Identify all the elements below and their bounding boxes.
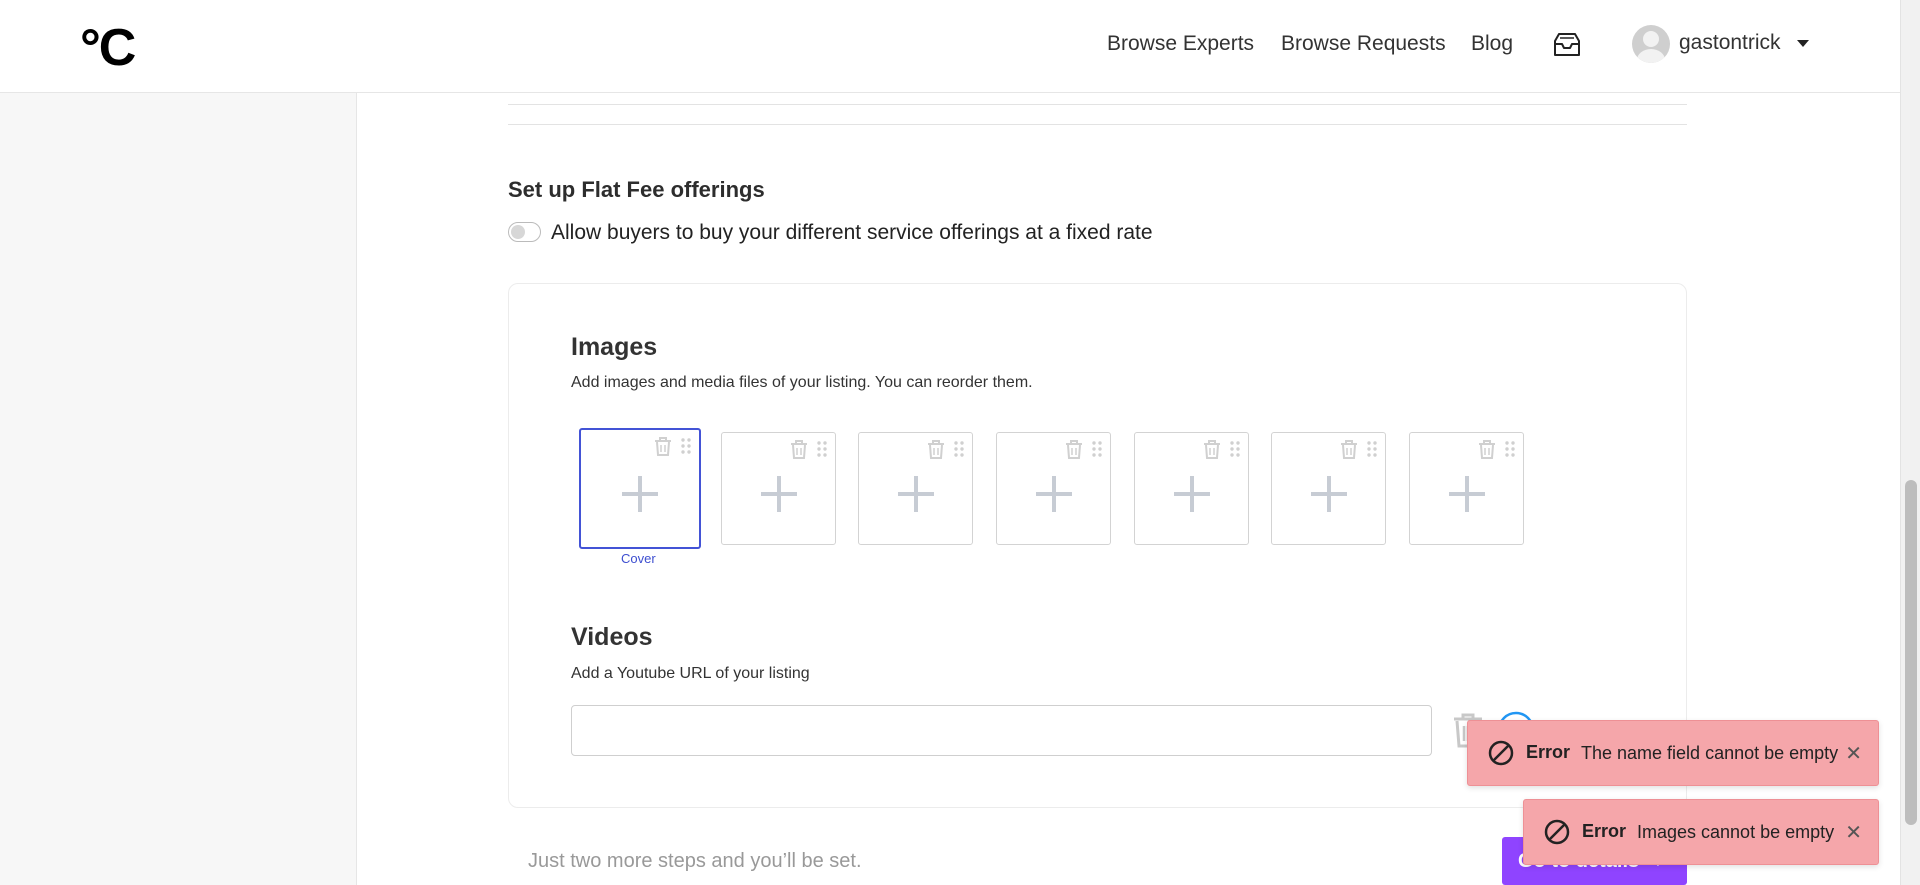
videos-section-title: Videos <box>571 623 653 651</box>
plus-icon[interactable] <box>1172 474 1212 514</box>
trash-icon[interactable] <box>1064 439 1084 459</box>
image-slot[interactable] <box>996 432 1111 545</box>
trash-icon[interactable] <box>1477 439 1497 459</box>
image-slot[interactable] <box>1271 432 1386 545</box>
page-scrollbar[interactable] <box>1900 0 1920 885</box>
plus-icon[interactable] <box>1034 474 1074 514</box>
cover-label: Cover <box>621 551 656 566</box>
image-slot[interactable] <box>721 432 836 545</box>
drag-handle-icon[interactable] <box>815 439 829 459</box>
images-section-title: Images <box>571 333 658 361</box>
plus-icon[interactable] <box>1447 474 1487 514</box>
toast-message: Images cannot be empty <box>1637 822 1835 842</box>
error-icon <box>1544 819 1570 845</box>
error-toast: Error The name field cannot be empty ✕ <box>1467 720 1879 786</box>
drag-handle-icon[interactable] <box>952 439 966 459</box>
drag-handle-icon[interactable] <box>1090 439 1104 459</box>
chevron-down-icon[interactable] <box>1797 40 1809 47</box>
scrollbar-thumb[interactable] <box>1905 480 1917 825</box>
image-slot[interactable] <box>1409 432 1524 545</box>
toast-title: Error <box>1526 742 1571 762</box>
trash-icon[interactable] <box>789 439 809 459</box>
toast-message: The name field cannot be empty <box>1581 743 1839 763</box>
divider <box>508 124 1687 125</box>
toast-title: Error <box>1582 821 1627 841</box>
trash-icon[interactable] <box>1339 439 1359 459</box>
left-sidebar-area <box>0 93 357 885</box>
top-navigation-bar: °C Browse Experts Browse Requests Blog g… <box>0 0 1900 93</box>
inbox-icon[interactable] <box>1551 32 1583 58</box>
youtube-url-input[interactable] <box>571 705 1432 756</box>
image-slot[interactable] <box>1134 432 1249 545</box>
trash-icon[interactable] <box>1202 439 1222 459</box>
images-section-subtitle: Add images and media files of your listi… <box>571 374 1033 391</box>
plus-icon[interactable] <box>759 474 799 514</box>
drag-handle-icon[interactable] <box>1365 439 1379 459</box>
flat-fee-section-title: Set up Flat Fee offerings <box>508 177 765 202</box>
trash-icon[interactable] <box>926 439 946 459</box>
trash-icon[interactable] <box>653 436 673 456</box>
close-icon[interactable]: ✕ <box>1845 741 1862 766</box>
plus-icon[interactable] <box>896 474 936 514</box>
footer-progress-note: Just two more steps and you’ll be set. <box>528 850 862 872</box>
username-label[interactable]: gastontrick <box>1679 31 1781 55</box>
error-toast: Error Images cannot be empty ✕ <box>1523 799 1879 865</box>
drag-handle-icon[interactable] <box>1503 439 1517 459</box>
error-icon <box>1488 740 1514 766</box>
site-logo[interactable]: °C <box>80 22 136 74</box>
nav-blog[interactable]: Blog <box>1471 32 1513 56</box>
flat-fee-toggle-label[interactable]: Allow buyers to buy your different servi… <box>551 221 1153 245</box>
user-avatar[interactable] <box>1632 25 1670 63</box>
drag-handle-icon[interactable] <box>1228 439 1242 459</box>
plus-icon[interactable] <box>620 474 660 514</box>
image-slot-cover[interactable] <box>579 428 701 549</box>
plus-icon[interactable] <box>1309 474 1349 514</box>
nav-browse-experts[interactable]: Browse Experts <box>1107 32 1254 56</box>
videos-section-subtitle: Add a Youtube URL of your listing <box>571 665 810 682</box>
divider <box>508 104 1687 105</box>
close-icon[interactable]: ✕ <box>1845 820 1862 845</box>
drag-handle-icon[interactable] <box>679 436 693 456</box>
flat-fee-toggle[interactable] <box>508 222 541 242</box>
nav-browse-requests[interactable]: Browse Requests <box>1281 32 1446 56</box>
image-slot[interactable] <box>858 432 973 545</box>
